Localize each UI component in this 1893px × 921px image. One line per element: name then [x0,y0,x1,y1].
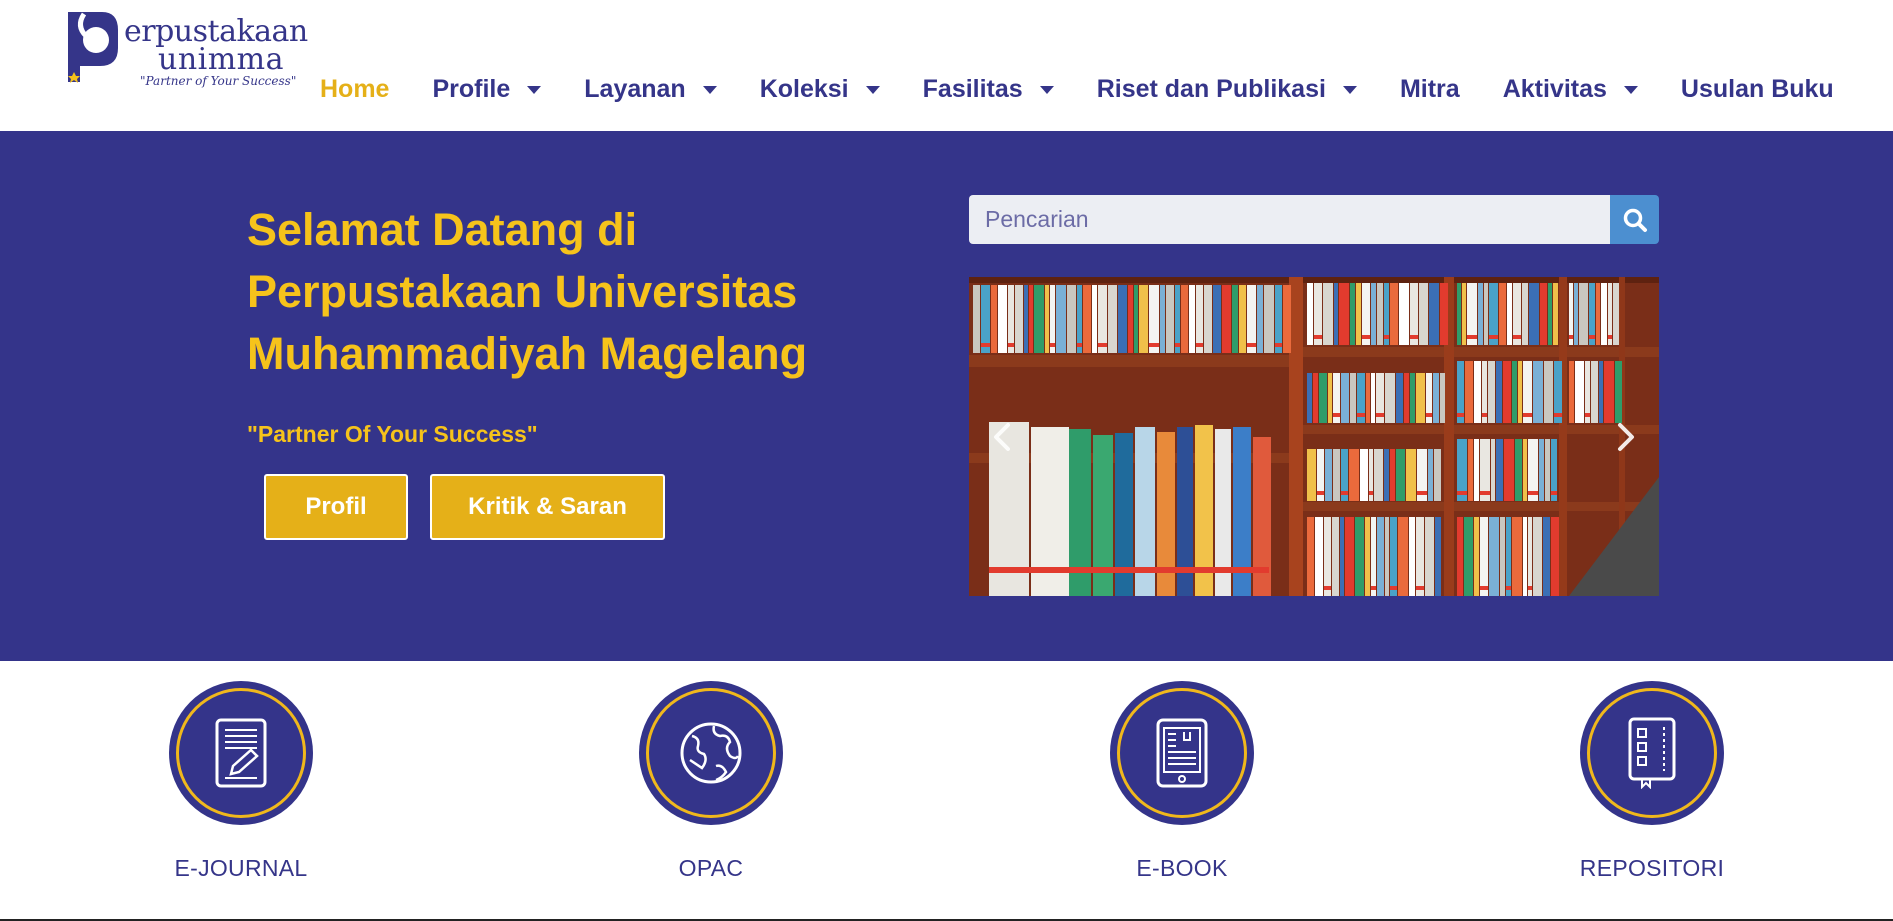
caret-down-icon [702,86,717,94]
search-input[interactable] [969,195,1610,244]
service-label: REPOSITORI [1579,855,1725,881]
service-label: E-JOURNAL [174,855,308,881]
repository-book-icon [1628,717,1676,789]
slider-next-arrow[interactable] [1611,417,1641,457]
profil-button[interactable]: Profil [264,474,408,540]
slider-prev-arrow[interactable] [987,417,1017,457]
search-button[interactable] [1610,195,1659,244]
service-circle [1110,681,1254,825]
nav-item-koleksi[interactable]: Koleksi [760,75,880,104]
nav-item-label: Layanan [584,74,686,103]
nav-item-label: Profile [432,74,511,103]
service-ring [646,688,776,818]
nav-item-riset-dan-publikasi[interactable]: Riset dan Publikasi [1097,75,1357,104]
service-label: OPAC [678,855,744,881]
nav-item-layanan[interactable]: Layanan [584,74,717,104]
nav-item-usulan-buku[interactable]: Usulan Buku [1681,75,1834,104]
nav-item-mitra[interactable]: Mitra [1400,75,1460,104]
nav-item-profile[interactable]: Profile [432,74,542,104]
main-navigation: Home Profile Layanan Koleksi Fasilitas R… [320,70,1834,108]
nav-item-label: Fasilitas [922,74,1023,103]
service-repositori[interactable]: REPOSITORI [1532,681,1772,882]
nav-item-label: Riset dan Publikasi [1096,74,1326,103]
service-ring [176,688,306,818]
search-bar [969,195,1659,244]
service-circle [1580,681,1724,825]
nav-item-aktivitas[interactable]: Aktivitas [1503,75,1638,104]
nav-item-label: Usulan Buku [1680,74,1834,103]
nav-item-fasilitas[interactable]: Fasilitas [923,75,1054,104]
hero-subtitle: "Partner Of Your Success" [247,421,538,447]
logo-text-secondary: unimma [158,42,285,77]
caret-down-icon [1623,86,1638,94]
hero-title: Selamat Datang di Perpustakaan Universit… [247,204,808,379]
search-icon [1623,208,1647,232]
service-label: E-BOOK [1136,855,1228,881]
nav-item-label: Home [320,74,390,103]
site-header: erpustakaan unimma "Partner of Your Succ… [0,0,1893,131]
chevron-left-icon [994,423,1010,451]
service-circle [169,681,313,825]
image-slider[interactable] [969,277,1659,596]
service-opac[interactable]: OPAC [591,681,831,882]
nav-item-label: Mitra [1399,74,1460,103]
caret-down-icon [1039,86,1054,94]
nav-item-label: Aktivitas [1502,74,1607,103]
site-logo[interactable]: erpustakaan unimma "Partner of Your Succ… [62,8,308,88]
service-ring [1117,688,1247,818]
caret-down-icon [527,86,542,94]
caret-down-icon [865,86,880,94]
service-e-journal[interactable]: E-JOURNAL [121,681,361,882]
library-bookshelf-image [969,277,1659,596]
service-circle [639,681,783,825]
nav-item-label: Koleksi [759,74,849,103]
service-e-book[interactable]: E-BOOK [1062,681,1302,882]
services-section: E-JOURNAL OPAC E-BOOK REPOSITORI [0,661,1893,921]
chevron-right-icon [1618,423,1634,451]
logo-tagline: "Partner of Your Success" [140,74,297,88]
hero-section: Selamat Datang di Perpustakaan Universit… [0,131,1893,661]
nav-item-home[interactable]: Home [320,75,389,104]
document-edit-icon [215,718,267,788]
caret-down-icon [1342,86,1357,94]
globe-icon [680,722,742,784]
kritik-saran-button[interactable]: Kritik & Saran [430,474,665,540]
logo-mark-icon [68,12,118,83]
service-ring [1587,688,1717,818]
ebook-reader-icon [1156,718,1208,788]
